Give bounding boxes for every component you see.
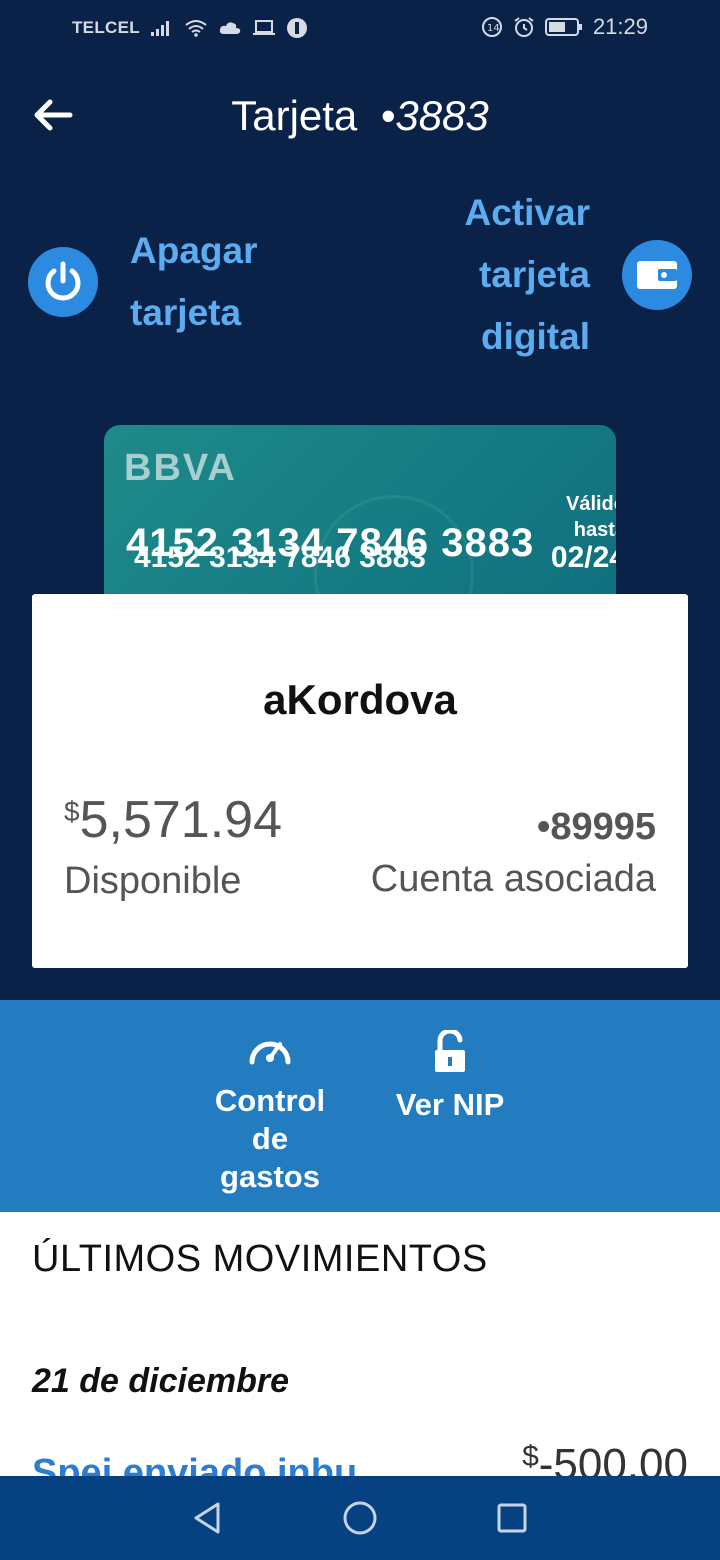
account-info-panel: aKordova $5,571.94 Disponible •89995 Cue… [32,594,688,968]
card-valid-thru-label: Válido hasta [536,491,616,543]
balance-currency: $ [64,796,80,827]
movement-currency: $ [522,1440,539,1473]
laptop-icon [252,20,275,35]
card-brand-logo: BBVA [124,447,237,489]
activate-label-line-2: tarjeta [478,254,590,295]
activate-label-line-1: Activar [464,192,590,233]
movement-row[interactable]: Spei enviado inbu $-500.00 [0,1430,720,1480]
valid-label-line-2: hasta [573,519,616,541]
nav-home-icon[interactable] [342,1500,378,1536]
svg-text:14: 14 [487,23,500,34]
card-holder-name: aKordova [263,676,457,723]
status-right: 14 21:29 [481,14,648,40]
signal-icon [150,21,169,36]
unlock-icon [435,1030,465,1072]
status-left: TELCEL [72,17,308,39]
data-saver-icon: 14 [481,17,502,37]
page-title: Tarjeta •3883 [0,92,720,140]
system-nav-bar [0,1476,720,1560]
battery-icon [544,18,582,36]
movements-date: 21 de diciembre [32,1362,290,1400]
available-balance: $5,571.94 [64,790,282,850]
movements-title: ÚLTIMOS MOVIMIENTOS [32,1238,488,1280]
wallet-icon [622,240,692,310]
card-number-overlay: 4152 3134 7846 3883 [134,541,426,574]
speedometer-icon [249,1041,291,1065]
spending-control-button[interactable]: Control de gastos [200,1030,340,1196]
turn-off-card-label: Apagar tarjeta [130,220,257,344]
header: Tarjeta •3883 [0,80,720,150]
turn-off-label-line-2: tarjeta [130,292,242,333]
movement-amount: $-500.00 [522,1440,688,1480]
page-title-text: Tarjeta [231,92,358,139]
wifi-icon [185,20,207,37]
activate-label-line-3: digital [481,316,590,357]
linked-account-number: •89995 [537,806,656,848]
nav-back-icon[interactable] [190,1500,224,1536]
top-area: TELCEL 14 21:29 Tarjeta •3883 Apagar tar… [0,0,720,1000]
card-suffix: •3883 [380,92,489,139]
status-time: 21:29 [592,14,648,39]
status-bar: TELCEL 14 21:29 [0,0,720,56]
view-pin-label: Ver NIP [395,1087,505,1122]
valid-label-line-1: Válido [565,493,616,515]
nav-recents-icon[interactable] [496,1500,528,1536]
activate-digital-card-label: Activar tarjeta digital [465,182,590,368]
card-expiry: 02/24 [550,541,616,574]
app-notification-icon [286,18,307,38]
movement-amount-value: -500.00 [538,1440,688,1480]
spending-label-line-2: de [251,1121,289,1156]
quick-actions-strip: Control de gastos Ver NIP [0,1000,720,1212]
carrier-name: TELCEL [72,18,140,37]
view-pin-button[interactable]: Ver NIP [380,1030,520,1124]
spending-label-line-1: Control [214,1083,326,1118]
balance-amount: 5,571.94 [79,791,282,849]
linked-account-label: Cuenta asociada [370,858,656,900]
turn-off-label-line-1: Apagar [130,230,258,271]
cloud-icon [219,22,241,34]
power-icon [28,247,98,317]
turn-off-card-button[interactable]: Apagar tarjeta [28,220,257,344]
alarm-icon [514,17,534,37]
balance-label: Disponible [64,860,242,902]
activate-digital-card-button[interactable]: Activar tarjeta digital [465,182,692,368]
spending-label-line-3: gastos [220,1159,320,1194]
